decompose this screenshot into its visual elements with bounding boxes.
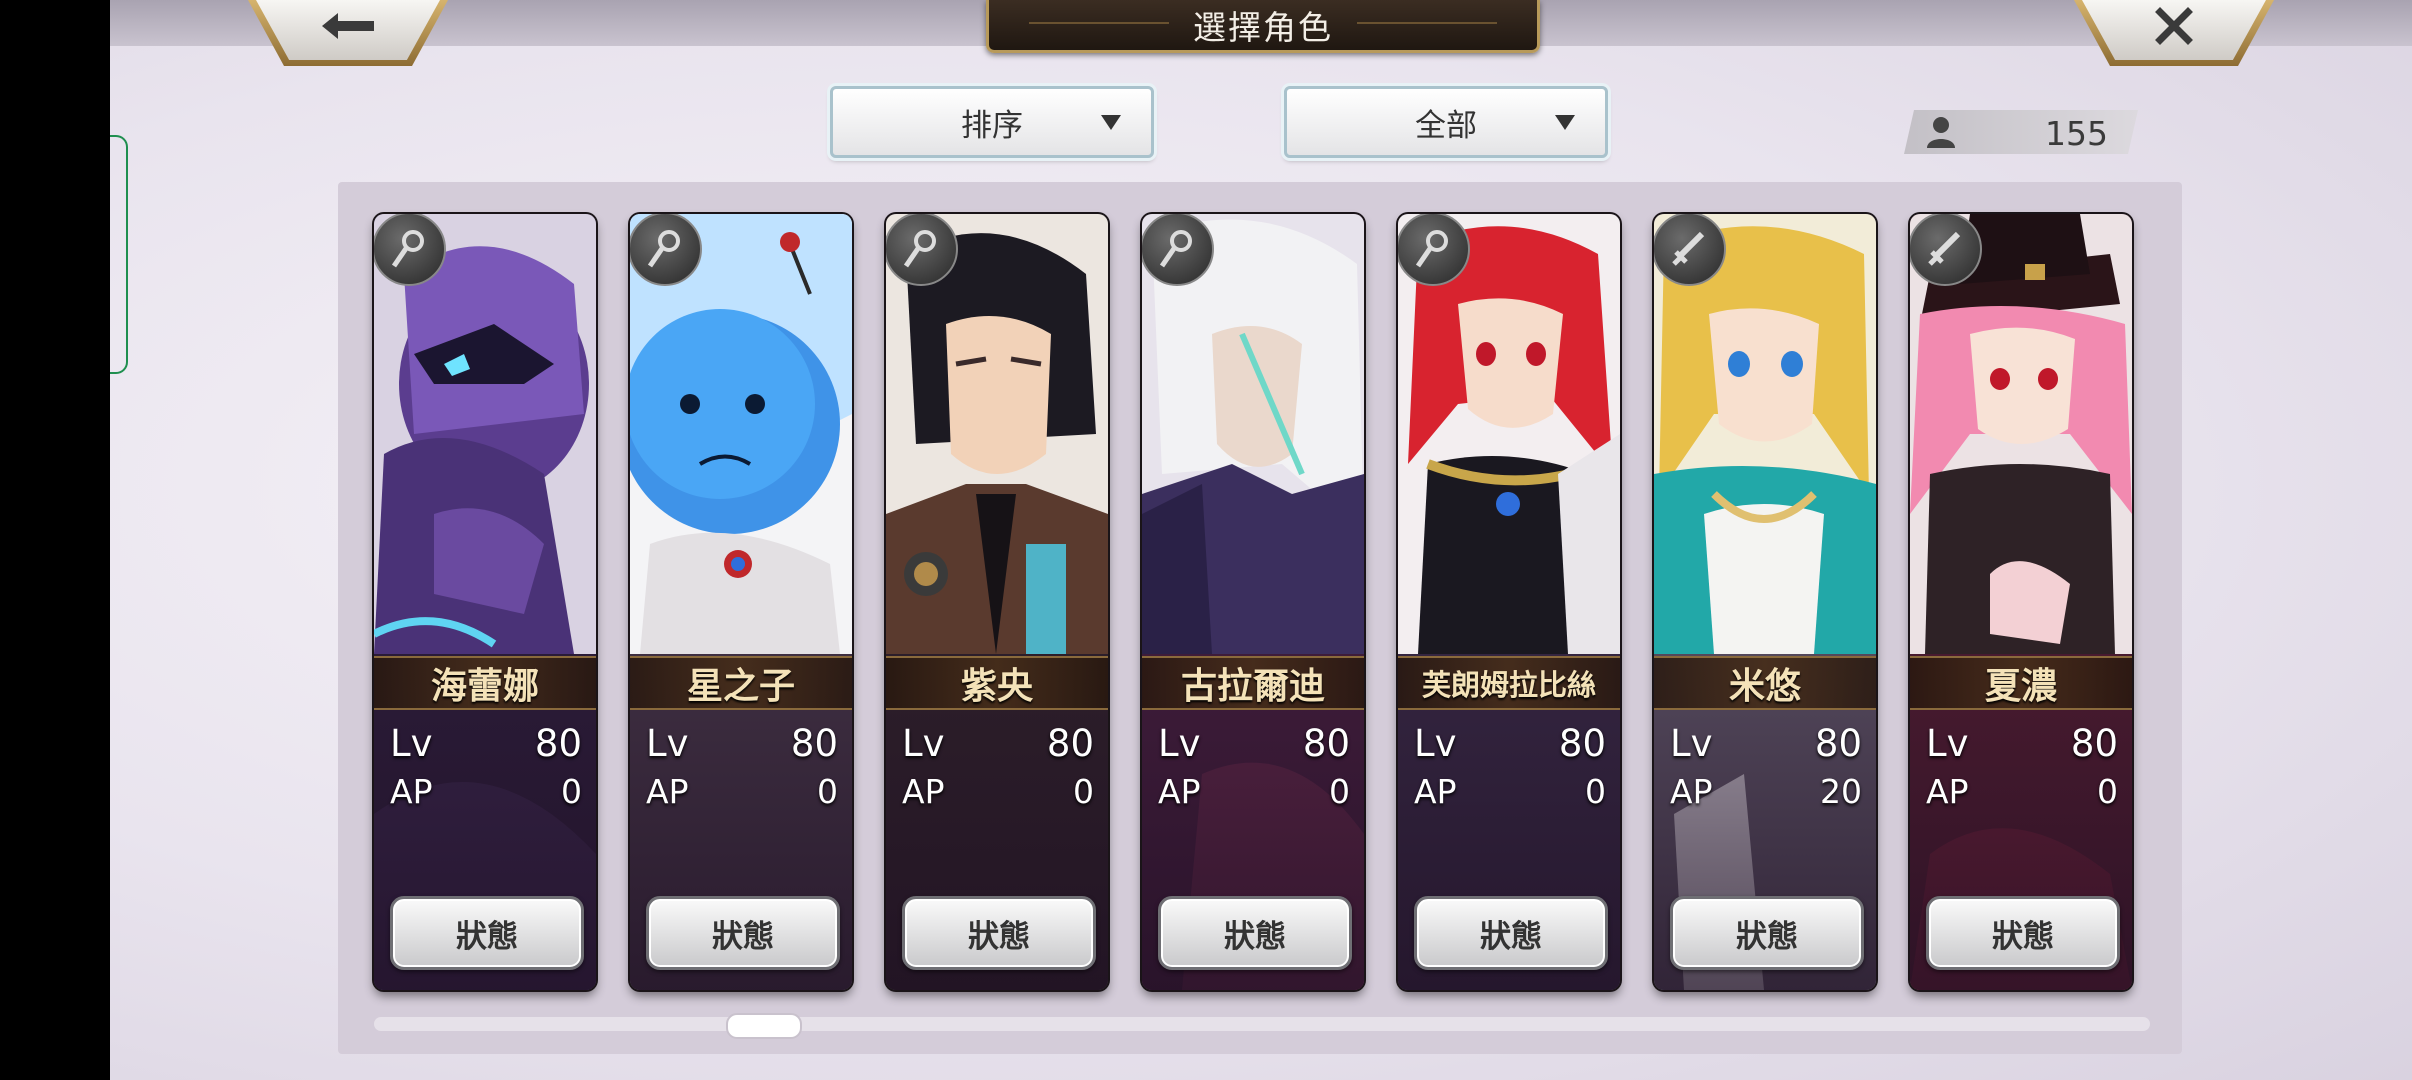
ap-label: AP: [1926, 772, 1969, 811]
ap-row: AP 0: [390, 772, 582, 811]
status-button[interactable]: 狀態: [390, 896, 584, 970]
level-value: 80: [1302, 722, 1350, 765]
level-row: Lv 80: [902, 722, 1094, 765]
character-count-value: 155: [2045, 114, 2108, 153]
level-value: 80: [534, 722, 582, 765]
back-button[interactable]: [248, 0, 448, 66]
title-ornament-left: [1029, 22, 1169, 24]
character-card[interactable]: 芙朗姆拉比絲 Lv 80 AP 0 狀態: [1398, 214, 1620, 990]
status-button-label: 狀態: [1992, 918, 2054, 955]
filter-dropdown-label: 全部: [1415, 107, 1477, 144]
character-name: 海蕾娜: [430, 665, 539, 707]
ap-value: 0: [561, 772, 582, 811]
character-name-bar: 古拉爾迪: [1142, 656, 1364, 710]
game-screen: 選擇角色 排序 全部 155 海蕾娜 Lv 80 AP 0 狀態 星之子 Lv …: [110, 0, 2412, 1080]
status-button-label: 狀態: [712, 918, 774, 955]
level-label: Lv: [1414, 722, 1457, 765]
level-row: Lv 80: [390, 722, 582, 765]
status-button[interactable]: 狀態: [1158, 896, 1352, 970]
level-value: 80: [1558, 722, 1606, 765]
arrow-left-icon: [322, 13, 374, 39]
character-card[interactable]: 星之子 Lv 80 AP 0 狀態: [630, 214, 852, 990]
character-name-bar: 海蕾娜: [374, 656, 596, 710]
person-icon: [1926, 116, 1956, 148]
level-value: 80: [1046, 722, 1094, 765]
ap-value: 0: [1073, 772, 1094, 811]
character-card[interactable]: 米悠 Lv 80 AP 20 狀態: [1654, 214, 1876, 990]
device-edge-indicator: [110, 135, 128, 374]
character-card[interactable]: 夏濃 Lv 80 AP 0 狀態: [1910, 214, 2132, 990]
character-name-bar: 芙朗姆拉比絲: [1398, 656, 1620, 710]
character-card[interactable]: 海蕾娜 Lv 80 AP 0 狀態: [374, 214, 596, 990]
status-button-label: 狀態: [1224, 918, 1286, 955]
level-label: Lv: [902, 722, 945, 765]
level-row: Lv 80: [1926, 722, 2118, 765]
character-name: 星之子: [686, 665, 795, 707]
title-plate: 選擇角色: [986, 0, 1540, 53]
level-label: Lv: [1158, 722, 1201, 765]
status-button-label: 狀態: [1736, 918, 1798, 955]
level-row: Lv 80: [1158, 722, 1350, 765]
status-button[interactable]: 狀態: [902, 896, 1096, 970]
level-row: Lv 80: [646, 722, 838, 765]
ap-value: 0: [817, 772, 838, 811]
level-value: 80: [2070, 722, 2118, 765]
ap-row: AP 0: [1926, 772, 2118, 811]
close-button[interactable]: [2074, 0, 2274, 66]
horizontal-scrollbar-thumb[interactable]: [726, 1013, 802, 1039]
status-button[interactable]: 狀態: [1926, 896, 2120, 970]
character-name-bar: 星之子: [630, 656, 852, 710]
ap-value: 0: [1329, 772, 1350, 811]
filter-dropdown[interactable]: 全部: [1284, 86, 1608, 158]
status-button[interactable]: 狀態: [646, 896, 840, 970]
chevron-down-icon: [1101, 115, 1121, 130]
character-count: 155: [1904, 110, 2138, 154]
page-title: 選擇角色: [1193, 8, 1333, 47]
ap-value: 20: [1820, 772, 1862, 811]
level-label: Lv: [646, 722, 689, 765]
level-label: Lv: [1926, 722, 1969, 765]
status-button[interactable]: 狀態: [1414, 896, 1608, 970]
character-name: 古拉爾迪: [1180, 665, 1325, 707]
character-card[interactable]: 古拉爾迪 Lv 80 AP 0 狀態: [1142, 214, 1364, 990]
ap-row: AP 0: [902, 772, 1094, 811]
ap-row: AP 20: [1670, 772, 1862, 811]
ap-row: AP 0: [1414, 772, 1606, 811]
character-name-bar: 夏濃: [1910, 656, 2132, 710]
horizontal-scrollbar-track[interactable]: [374, 1017, 2150, 1031]
ap-label: AP: [1158, 772, 1201, 811]
level-value: 80: [790, 722, 838, 765]
sort-dropdown[interactable]: 排序: [830, 86, 1154, 158]
ap-row: AP 0: [1158, 772, 1350, 811]
title-ornament-right: [1357, 22, 1497, 24]
ap-value: 0: [1585, 772, 1606, 811]
level-row: Lv 80: [1670, 722, 1862, 765]
character-name: 米悠: [1728, 665, 1801, 707]
character-name-bar: 紫央: [886, 656, 1108, 710]
character-name: 紫央: [960, 665, 1033, 707]
level-value: 80: [1814, 722, 1862, 765]
status-button-label: 狀態: [968, 918, 1030, 955]
status-button-label: 狀態: [1480, 918, 1542, 955]
character-card[interactable]: 紫央 Lv 80 AP 0 狀態: [886, 214, 1108, 990]
ap-row: AP 0: [646, 772, 838, 811]
ap-label: AP: [646, 772, 689, 811]
ap-label: AP: [1414, 772, 1457, 811]
sort-dropdown-label: 排序: [961, 107, 1023, 144]
status-button-label: 狀態: [456, 918, 518, 955]
level-label: Lv: [1670, 722, 1713, 765]
character-name: 夏濃: [1984, 665, 2057, 707]
character-name-bar: 米悠: [1654, 656, 1876, 710]
level-row: Lv 80: [1414, 722, 1606, 765]
ap-label: AP: [902, 772, 945, 811]
status-button[interactable]: 狀態: [1670, 896, 1864, 970]
ap-value: 0: [2097, 772, 2118, 811]
close-icon: [2155, 7, 2193, 45]
chevron-down-icon: [1555, 115, 1575, 130]
ap-label: AP: [390, 772, 433, 811]
character-name: 芙朗姆拉比絲: [1421, 668, 1596, 702]
ap-label: AP: [1670, 772, 1713, 811]
level-label: Lv: [390, 722, 433, 765]
